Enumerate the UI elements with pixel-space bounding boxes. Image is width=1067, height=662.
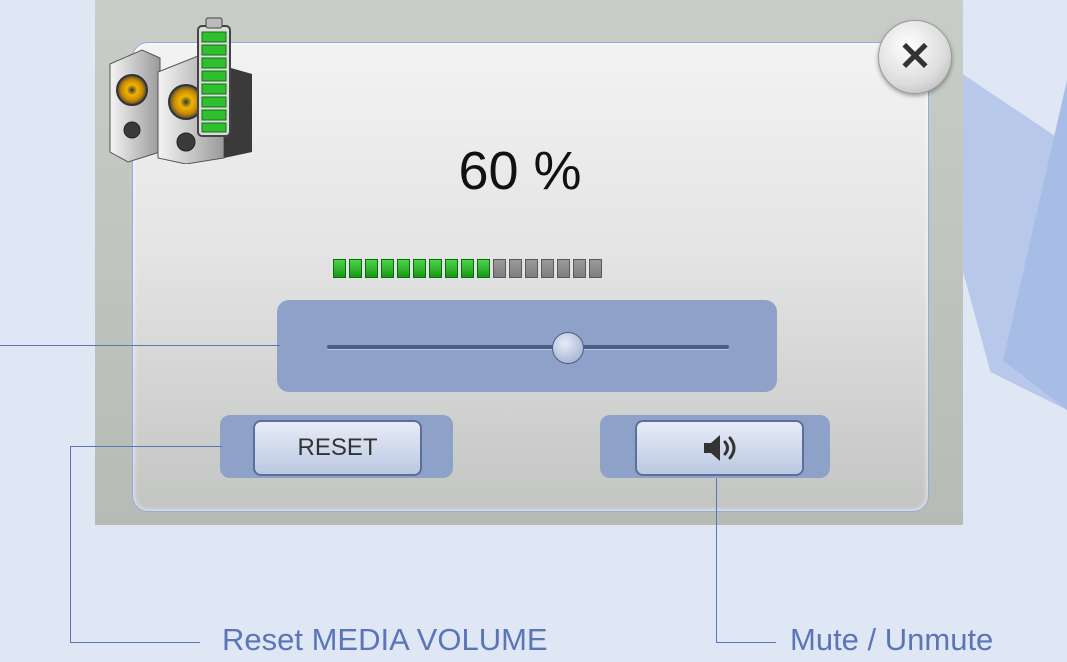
meter-segment — [541, 259, 554, 278]
meter-segment — [333, 259, 346, 278]
mute-callout-label: Mute / Unmute — [790, 622, 994, 657]
meter-segment — [573, 259, 586, 278]
mute-button-frame — [600, 415, 830, 478]
meter-segment — [493, 259, 506, 278]
meter-segment — [589, 259, 602, 278]
meter-segment — [445, 259, 458, 278]
reset-button[interactable]: RESET — [253, 420, 422, 476]
volume-slider[interactable] — [277, 300, 777, 392]
reset-leader-line — [70, 446, 222, 447]
speaker-battery-icon — [109, 17, 252, 164]
meter-segment — [509, 259, 522, 278]
close-icon: ✕ — [898, 35, 932, 79]
volume-meter — [333, 259, 602, 278]
reset-leader-line — [70, 642, 200, 643]
meter-segment — [429, 259, 442, 278]
mute-button[interactable] — [635, 420, 804, 476]
meter-segment — [349, 259, 362, 278]
close-button[interactable]: ✕ — [878, 20, 952, 94]
reset-button-frame: RESET — [220, 415, 453, 478]
meter-segment — [365, 259, 378, 278]
reset-leader-line — [70, 446, 71, 642]
meter-segment — [413, 259, 426, 278]
meter-segment — [525, 259, 538, 278]
reset-callout-label: Reset MEDIA VOLUME — [222, 622, 548, 657]
mute-leader-line — [716, 478, 717, 642]
volume-level-text: 60 % — [458, 141, 582, 201]
meter-segment — [397, 259, 410, 278]
slider-leader-line — [0, 345, 280, 346]
slider-track[interactable] — [327, 345, 729, 349]
slider-thumb[interactable] — [552, 332, 585, 364]
meter-segment — [557, 259, 570, 278]
speaker-sound-icon — [703, 435, 735, 461]
meter-segment — [381, 259, 394, 278]
meter-segment — [461, 259, 474, 278]
mute-leader-line — [716, 642, 776, 643]
meter-segment — [477, 259, 490, 278]
